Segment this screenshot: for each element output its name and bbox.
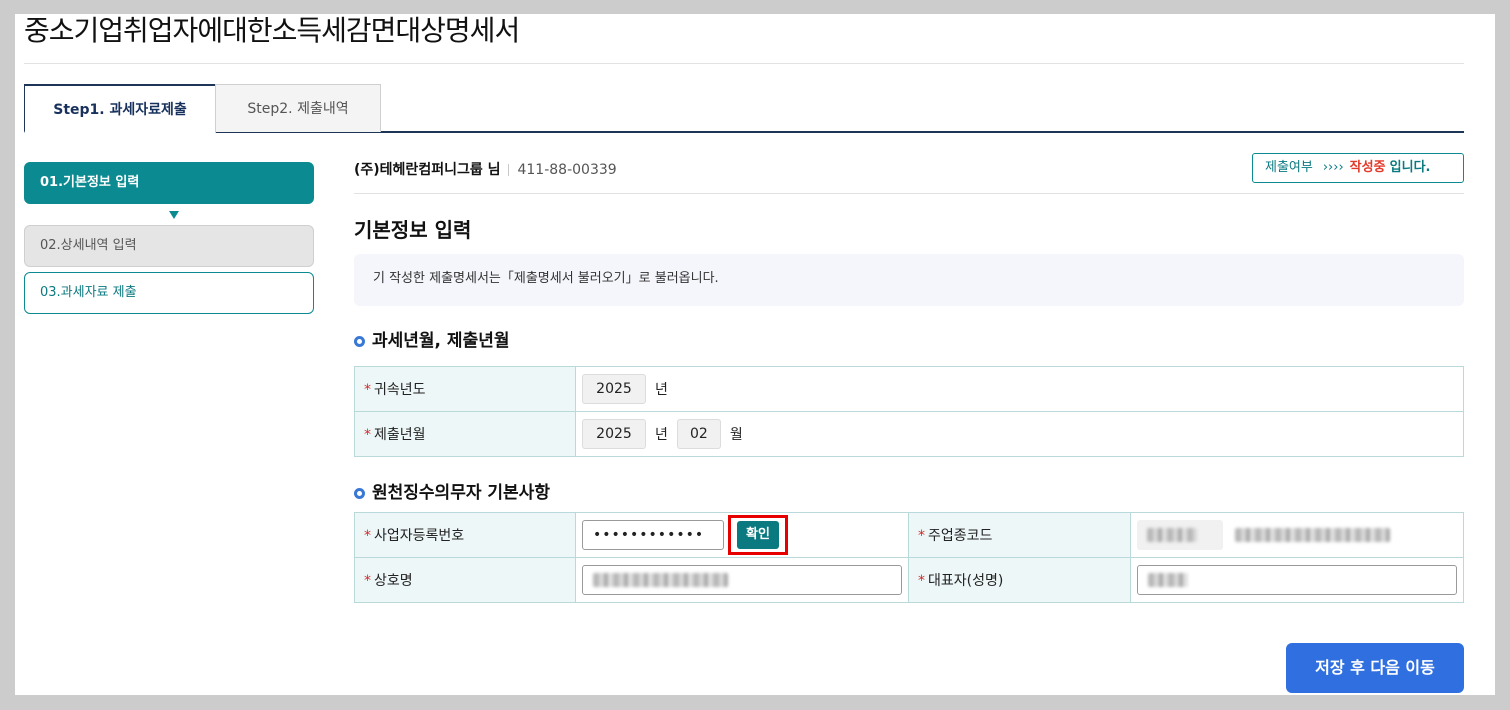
section-title: 기본정보 입력 bbox=[354, 218, 472, 242]
bullet-circle-icon bbox=[354, 336, 365, 347]
confirm-highlight: 확인 bbox=[728, 515, 788, 555]
bullet-circle-icon bbox=[354, 488, 365, 499]
page: 중소기업취업자에대한소득세감면대상명세서 Step1. 과세자료제출 Step2… bbox=[15, 14, 1495, 695]
tax-period-table: * 귀속년도 2025 년 * 제출년월 2025 년 02 월 bbox=[354, 366, 1464, 457]
representative-label: * 대표자(성명) bbox=[908, 557, 1131, 603]
industry-code-label: * 주업종코드 bbox=[908, 512, 1131, 558]
company-biz-number: 411-88-00339 bbox=[517, 162, 617, 178]
table-row: * 사업자등록번호 •••••••••••• 확인 * 주업종코드 bbox=[354, 512, 1464, 558]
submission-month-cell: 2025 년 02 월 bbox=[575, 411, 1464, 457]
step-basic-info[interactable]: 01.기본정보 입력 bbox=[24, 162, 314, 204]
required-mark: * bbox=[918, 528, 925, 544]
tab-bar: Step1. 과세자료제출 Step2. 제출내역 bbox=[24, 84, 1464, 133]
tab-step2[interactable]: Step2. 제출내역 bbox=[215, 84, 381, 132]
submission-year-field[interactable]: 2025 bbox=[582, 419, 646, 449]
confirm-button[interactable]: 확인 bbox=[737, 521, 779, 549]
company-divider bbox=[508, 164, 510, 176]
status-value: 작성중 bbox=[1349, 160, 1386, 175]
withholding-table: * 사업자등록번호 •••••••••••• 확인 * 주업종코드 * 상호명 * 대표자… bbox=[354, 512, 1464, 603]
header-divider bbox=[354, 193, 1464, 194]
redacted-value bbox=[593, 573, 728, 587]
submission-month-label: * 제출년월 bbox=[354, 411, 576, 457]
required-mark: * bbox=[364, 573, 371, 589]
biz-reg-no-label: * 사업자등록번호 bbox=[354, 512, 576, 558]
attribution-year-label-text: 귀속년도 bbox=[374, 382, 426, 398]
trade-name-cell bbox=[575, 557, 909, 603]
tax-period-heading-text: 과세년월, 제출년월 bbox=[372, 331, 510, 351]
required-mark: * bbox=[918, 573, 925, 589]
table-row: * 귀속년도 2025 년 bbox=[354, 366, 1464, 412]
tax-period-heading: 과세년월, 제출년월 bbox=[354, 329, 510, 353]
attribution-year-label: * 귀속년도 bbox=[354, 366, 576, 412]
status-arrows-icon: ›››› bbox=[1322, 160, 1344, 175]
save-next-button[interactable]: 저장 후 다음 이동 bbox=[1286, 643, 1464, 693]
withholding-heading-text: 원천징수의무자 기본사항 bbox=[372, 483, 550, 503]
industry-code-cell bbox=[1130, 512, 1464, 558]
representative-cell bbox=[1130, 557, 1464, 603]
status-label: 제출여부 bbox=[1265, 160, 1313, 175]
industry-name-redacted bbox=[1235, 528, 1390, 542]
trade-name-label-text: 상호명 bbox=[374, 573, 413, 589]
attribution-year-cell: 2025 년 bbox=[575, 366, 1464, 412]
trade-name-input[interactable] bbox=[582, 565, 902, 595]
submission-month-field[interactable]: 02 bbox=[676, 419, 721, 449]
company-name: (주)테헤란컴퍼니그룹 님 bbox=[354, 162, 501, 178]
industry-code-label-text: 주업종코드 bbox=[928, 528, 993, 544]
year-unit: 년 bbox=[655, 427, 668, 443]
status-suffix: 입니다. bbox=[1389, 160, 1431, 175]
representative-label-text: 대표자(성명) bbox=[928, 573, 1004, 589]
submission-status-badge: 제출여부 ›››› 작성중 입니다. bbox=[1252, 153, 1464, 183]
company-info: (주)테헤란컴퍼니그룹 님 411-88-00339 bbox=[354, 159, 617, 181]
table-row: * 상호명 * 대표자(성명) bbox=[354, 557, 1464, 603]
representative-input[interactable] bbox=[1137, 565, 1457, 595]
biz-reg-no-input[interactable]: •••••••••••• bbox=[582, 520, 724, 550]
required-mark: * bbox=[364, 427, 371, 443]
title-divider bbox=[24, 63, 1464, 64]
required-mark: * bbox=[364, 528, 371, 544]
step-detail-entry[interactable]: 02.상세내역 입력 bbox=[24, 225, 314, 267]
withholding-heading: 원천징수의무자 기본사항 bbox=[354, 481, 550, 505]
attribution-year-field[interactable]: 2025 bbox=[582, 374, 646, 404]
table-row: * 제출년월 2025 년 02 월 bbox=[354, 411, 1464, 457]
trade-name-label: * 상호명 bbox=[354, 557, 576, 603]
biz-reg-no-label-text: 사업자등록번호 bbox=[374, 528, 465, 544]
year-unit: 년 bbox=[655, 382, 668, 398]
submission-month-label-text: 제출년월 bbox=[374, 427, 426, 443]
biz-reg-no-cell: •••••••••••• 확인 bbox=[575, 512, 909, 558]
month-unit: 월 bbox=[729, 427, 743, 443]
industry-code-field[interactable] bbox=[1137, 520, 1223, 550]
tab-step1[interactable]: Step1. 과세자료제출 bbox=[24, 84, 216, 133]
page-title: 중소기업취업자에대한소득세감면대상명세서 bbox=[24, 14, 520, 47]
notice-box: 기 작성한 제출명세서는「제출명세서 불러오기」로 불러옵니다. bbox=[354, 254, 1464, 306]
step-arrow-down-icon bbox=[169, 211, 179, 219]
step-submit-data[interactable]: 03.과세자료 제출 bbox=[24, 272, 314, 314]
redacted-value bbox=[1147, 528, 1197, 542]
required-mark: * bbox=[364, 382, 371, 398]
redacted-value bbox=[1148, 573, 1188, 587]
